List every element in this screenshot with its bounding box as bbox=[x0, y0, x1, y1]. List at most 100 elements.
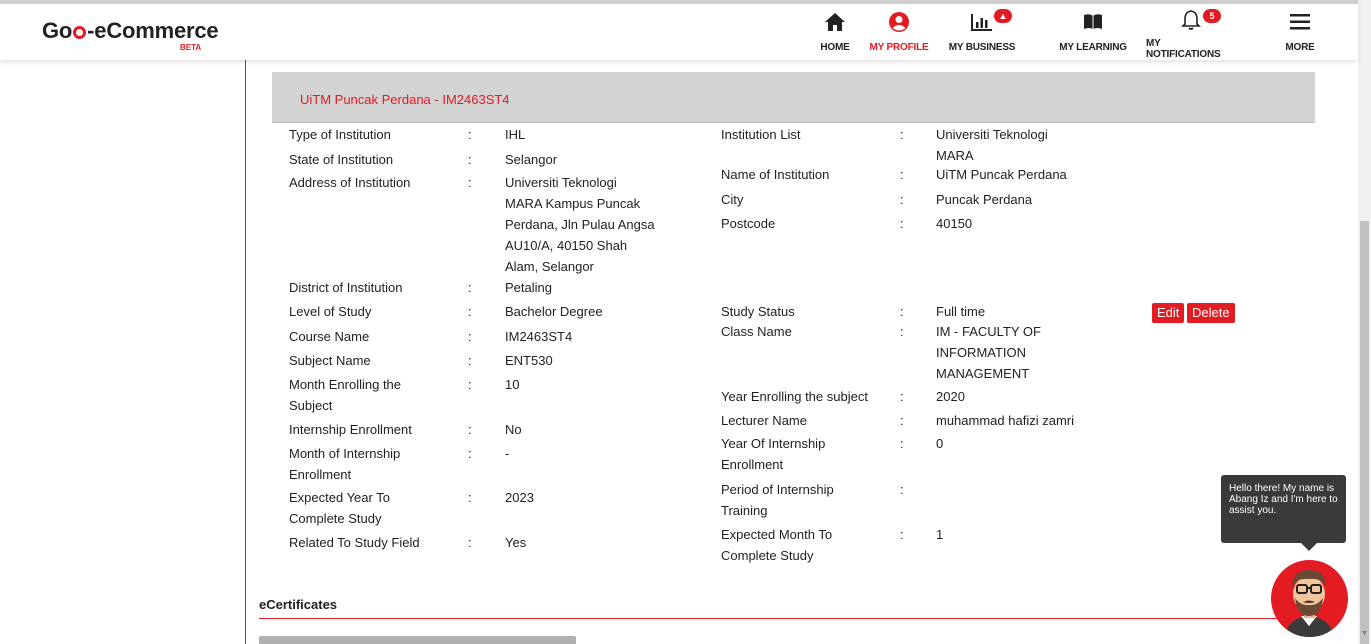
separator: : bbox=[900, 482, 904, 497]
separator: : bbox=[468, 304, 472, 319]
field-label: Year Enrolling the subject bbox=[721, 389, 868, 404]
field-value: IHL bbox=[505, 127, 526, 142]
page-scrollbar[interactable]: ▼ bbox=[1358, 0, 1371, 644]
field-label: District of Institution bbox=[289, 280, 403, 295]
logo[interactable]: Go -eCommerce bbox=[42, 18, 219, 44]
field-value: muhammad hafizi zamri bbox=[936, 413, 1074, 428]
logo-beta-tag: BETA bbox=[180, 43, 202, 52]
nav-label: MY LEARNING bbox=[1059, 42, 1127, 53]
field-label: Study Status bbox=[721, 304, 795, 319]
nav-label: MY NOTIFICATIONS bbox=[1146, 38, 1221, 60]
user-icon bbox=[888, 8, 910, 36]
field-value: Bachelor Degree bbox=[505, 304, 603, 319]
field-label: Postcode bbox=[721, 216, 776, 231]
separator: : bbox=[468, 127, 472, 142]
notification-count-badge: 5 bbox=[1203, 9, 1221, 23]
field-value: 10 bbox=[505, 377, 520, 392]
institution-title: UiTM Puncak Perdana - IM2463ST4 bbox=[300, 92, 510, 107]
separator: : bbox=[468, 152, 472, 167]
separator: : bbox=[468, 446, 472, 461]
nav-home[interactable]: HOME bbox=[815, 8, 855, 60]
separator: : bbox=[900, 527, 904, 542]
field-label: Subject Name bbox=[289, 353, 371, 368]
field-label: Name of Institution bbox=[721, 167, 830, 182]
separator: : bbox=[468, 353, 472, 368]
field-label: Related To Study Field bbox=[289, 535, 420, 550]
field-label: City bbox=[721, 192, 744, 207]
nav-my-business[interactable]: ▲ MY BUSINESS bbox=[946, 8, 1018, 60]
nav-my-notifications[interactable]: 5 MY NOTIFICATIONS bbox=[1146, 8, 1236, 60]
separator: : bbox=[900, 413, 904, 428]
field-value: 1 bbox=[936, 527, 944, 542]
separator: : bbox=[900, 127, 904, 142]
separator: : bbox=[468, 280, 472, 295]
separator: : bbox=[468, 422, 472, 437]
nav-more[interactable]: MORE bbox=[1280, 8, 1320, 60]
assistant-avatar-icon[interactable] bbox=[1271, 560, 1348, 637]
separator: : bbox=[468, 490, 472, 505]
field-value: Universiti Teknologi MARA bbox=[936, 127, 1048, 163]
field-value: 40150 bbox=[936, 216, 973, 231]
field-label: Level of Study bbox=[289, 304, 372, 319]
field-value: UiTM Puncak Perdana bbox=[936, 167, 1067, 182]
field-value: Universiti Teknologi MARA Kampus Puncak … bbox=[505, 175, 655, 274]
field-label: Internship Enrollment bbox=[289, 422, 412, 437]
field-value: No bbox=[505, 422, 522, 437]
field-value: Selangor bbox=[505, 152, 558, 167]
section-divider bbox=[259, 618, 1319, 619]
field-label: Month Enrolling the Subject bbox=[289, 377, 402, 413]
chat-bubble[interactable]: Hello there! My name is Abang Iz and I'm… bbox=[1221, 475, 1346, 551]
logo-o-icon bbox=[73, 26, 87, 39]
field-label: Course Name bbox=[289, 329, 370, 344]
chart-icon: ▲ bbox=[970, 8, 1012, 36]
separator: : bbox=[900, 389, 904, 404]
field-value: ENT530 bbox=[505, 353, 553, 368]
field-label: Period of Internship Training bbox=[721, 482, 834, 518]
edit-button[interactable]: Edit bbox=[1152, 303, 1185, 323]
nav-label: MORE bbox=[1285, 42, 1315, 53]
book-icon bbox=[1082, 8, 1104, 36]
field-value: Yes bbox=[505, 535, 527, 550]
field-value: 0 bbox=[936, 436, 944, 451]
content-divider bbox=[245, 60, 246, 644]
field-value: - bbox=[505, 446, 510, 461]
separator: : bbox=[468, 329, 472, 344]
menu-icon bbox=[1289, 8, 1311, 36]
ecertificates-heading: eCertificates bbox=[259, 597, 338, 612]
scroll-down-arrow-icon[interactable]: ▼ bbox=[1361, 630, 1368, 637]
home-icon bbox=[824, 8, 846, 36]
notification-badge: ▲ bbox=[994, 9, 1012, 23]
nav-label: MY PROFILE bbox=[869, 42, 929, 53]
separator: : bbox=[468, 535, 472, 550]
field-label: Class Name bbox=[721, 324, 792, 339]
separator: : bbox=[900, 216, 904, 231]
delete-button[interactable]: Delete bbox=[1187, 303, 1235, 323]
field-label: State of Institution bbox=[289, 152, 394, 167]
separator: : bbox=[900, 436, 904, 451]
separator: : bbox=[900, 324, 904, 339]
nav-my-learning[interactable]: MY LEARNING bbox=[1058, 8, 1128, 60]
field-value: 2023 bbox=[505, 490, 534, 505]
separator: : bbox=[900, 167, 904, 182]
field-value: Puncak Perdana bbox=[936, 192, 1033, 207]
field-label: Expected Month To Complete Study bbox=[721, 527, 833, 563]
field-value: IM - FACULTY OF INFORMATION MANAGEMENT bbox=[936, 324, 1041, 381]
field-label: Expected Year To Complete Study bbox=[289, 490, 390, 526]
certificate-card[interactable] bbox=[259, 636, 576, 644]
separator: : bbox=[900, 192, 904, 207]
field-value: IM2463ST4 bbox=[505, 329, 573, 344]
top-navbar: Go -eCommerce BETA HOME MY PROFILE ▲ MY B… bbox=[0, 0, 1358, 60]
scrollbar-thumb[interactable] bbox=[1360, 221, 1369, 644]
field-label: Institution List bbox=[721, 127, 801, 142]
nav-my-profile[interactable]: MY PROFILE bbox=[868, 8, 930, 60]
field-value: Petaling bbox=[505, 280, 552, 295]
field-label: Type of Institution bbox=[289, 127, 391, 142]
field-label: Address of Institution bbox=[289, 175, 411, 190]
nav-label: MY BUSINESS bbox=[948, 42, 1016, 53]
page: Go -eCommerce BETA HOME MY PROFILE ▲ MY B… bbox=[0, 0, 1371, 644]
field-value: 2020 bbox=[936, 389, 965, 404]
separator: : bbox=[468, 377, 472, 392]
separator: : bbox=[900, 304, 904, 319]
field-label: Year Of Internship Enrollment bbox=[721, 436, 826, 472]
institution-header: UiTM Puncak Perdana - IM2463ST4 bbox=[272, 72, 1315, 123]
